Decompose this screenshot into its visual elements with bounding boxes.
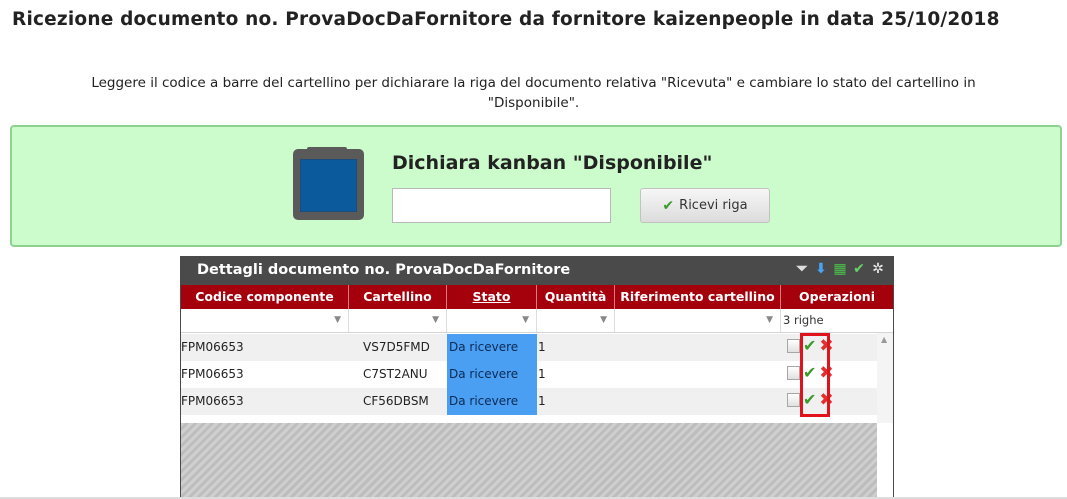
- confirm-column-highlight: [800, 333, 830, 417]
- receive-row-button[interactable]: ✔ Ricevi riga: [640, 188, 770, 223]
- filter-quantita[interactable]: ▼: [537, 309, 615, 332]
- grid-header-row: Codice componente Cartellino Stato Quant…: [181, 285, 893, 309]
- filter-cartellino[interactable]: ▼: [349, 309, 447, 332]
- excel-icon[interactable]: ▦: [833, 261, 847, 277]
- check-icon: ✔: [662, 197, 675, 214]
- document-icon[interactable]: [787, 339, 800, 353]
- cell-cartellino: CF56DBSM: [363, 394, 429, 408]
- filter-codice[interactable]: ▼: [181, 309, 349, 332]
- column-header-quantita[interactable]: Quantità: [537, 285, 615, 309]
- cell-codice: FPM06653: [181, 367, 244, 381]
- kanban-card-icon: [293, 147, 364, 220]
- filter-riferimento[interactable]: ▼: [615, 309, 781, 332]
- instructions-line-2: "Disponibile".: [487, 95, 580, 111]
- grid-toolbar: ⏷ ⬇ ▦ ✔ ✲: [795, 261, 885, 277]
- page-title: Ricezione documento no. ProvaDocDaFornit…: [12, 9, 1000, 30]
- grid-title-bar: Dettagli documento no. ProvaDocDaFornito…: [181, 256, 893, 285]
- chevron-down-icon: ▼: [522, 315, 529, 325]
- cell-stato: Da ricevere: [447, 388, 537, 415]
- table-row[interactable]: FPM06653 VS7D5FMD Da ricevere 1 ✔ ✖: [181, 334, 877, 361]
- column-header-cartellino[interactable]: Cartellino: [349, 285, 447, 309]
- grid-scrollbar[interactable]: ▲: [877, 333, 893, 423]
- table-row[interactable]: FPM06653 CF56DBSM Da ricevere 1 ✔ ✖: [181, 388, 877, 415]
- grid-filter-row: ▼ ▼ ▼ ▼ ▼ 3 righe: [181, 309, 893, 333]
- chevron-down-icon: ▼: [600, 315, 607, 325]
- kanban-card-body: [300, 159, 357, 212]
- scroll-up-arrow-icon[interactable]: ▲: [881, 335, 887, 344]
- cell-codice: FPM06653: [181, 340, 244, 354]
- gear-icon[interactable]: ✲: [871, 261, 885, 277]
- cell-codice: FPM06653: [181, 394, 244, 408]
- table-row[interactable]: FPM06653 C7ST2ANU Da ricevere 1 ✔ ✖: [181, 361, 877, 388]
- chevron-down-icon: ▼: [334, 315, 341, 325]
- grid-empty-area: [181, 423, 877, 499]
- cell-quantita: 1: [538, 394, 546, 408]
- document-icon[interactable]: [787, 366, 800, 380]
- filter-clear-icon[interactable]: ⏷: [795, 261, 809, 277]
- column-header-codice[interactable]: Codice componente: [181, 285, 349, 309]
- instructions-line-1: Leggere il codice a barre del cartellino…: [91, 75, 976, 91]
- row-count: 3 righe: [783, 313, 824, 327]
- cell-quantita: 1: [538, 367, 546, 381]
- column-header-riferimento[interactable]: Riferimento cartellino: [615, 285, 781, 309]
- document-details-grid: Dettagli documento no. ProvaDocDaFornito…: [180, 256, 894, 499]
- cell-cartellino: C7ST2ANU: [363, 367, 428, 381]
- check-icon[interactable]: ✔: [852, 261, 866, 277]
- chevron-down-icon: ▼: [766, 315, 773, 325]
- scan-panel: Dichiara kanban "Disponibile" ✔ Ricevi r…: [10, 125, 1062, 247]
- receive-row-button-label: Ricevi riga: [679, 198, 748, 213]
- grid-title: Dettagli documento no. ProvaDocDaFornito…: [197, 262, 571, 278]
- column-header-operazioni: Operazioni: [799, 289, 875, 304]
- scan-panel-title: Dichiara kanban "Disponibile": [392, 152, 713, 174]
- cell-cartellino: VS7D5FMD: [363, 340, 430, 354]
- kanban-card-tab: [307, 147, 347, 157]
- cell-stato: Da ricevere: [447, 334, 537, 361]
- filter-stato[interactable]: ▼: [447, 309, 537, 332]
- cell-stato: Da ricevere: [447, 361, 537, 388]
- barcode-input[interactable]: [392, 188, 611, 223]
- column-header-stato[interactable]: Stato: [447, 285, 537, 309]
- download-icon[interactable]: ⬇: [814, 261, 828, 277]
- document-icon[interactable]: [787, 393, 800, 407]
- instructions: Leggere il codice a barre del cartellino…: [0, 73, 1067, 113]
- cell-quantita: 1: [538, 340, 546, 354]
- chevron-down-icon: ▼: [432, 315, 439, 325]
